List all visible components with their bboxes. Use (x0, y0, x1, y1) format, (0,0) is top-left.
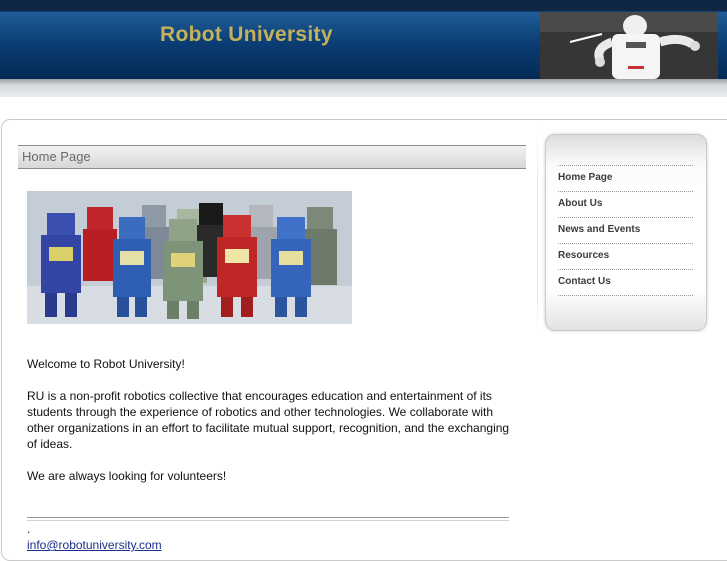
footer-dot: . (27, 522, 31, 536)
footer-divider (27, 517, 509, 521)
toy-robots-image (27, 191, 352, 324)
site-title[interactable]: Robot University (160, 23, 333, 47)
nav-item-contact-us[interactable]: Contact Us (558, 270, 693, 296)
header-robot-photo (540, 12, 718, 79)
robot-conductor-image (540, 12, 718, 79)
robot-back-red (83, 207, 117, 281)
volunteer-text: We are always looking for volunteers! (27, 469, 227, 483)
nav-item-home-page[interactable]: Home Page (558, 166, 693, 192)
about-text: RU is a non-profit robotics collective t… (27, 389, 510, 451)
site-header: Robot University (0, 0, 727, 79)
nav-item-resources[interactable]: Resources (558, 244, 693, 270)
email-link[interactable]: info@robotuniversity.com (27, 537, 162, 553)
sidebar-separator (537, 126, 538, 336)
page-title: Home Page (18, 145, 526, 169)
sidebar-nav: Home Page About Us News and Events Resou… (558, 165, 693, 296)
header-divider-band (0, 79, 727, 97)
welcome-text: Welcome to Robot University! (27, 357, 185, 371)
nav-item-news-and-events[interactable]: News and Events (558, 218, 693, 244)
robots-photo (27, 191, 352, 324)
nav-item-about-us[interactable]: About Us (558, 192, 693, 218)
